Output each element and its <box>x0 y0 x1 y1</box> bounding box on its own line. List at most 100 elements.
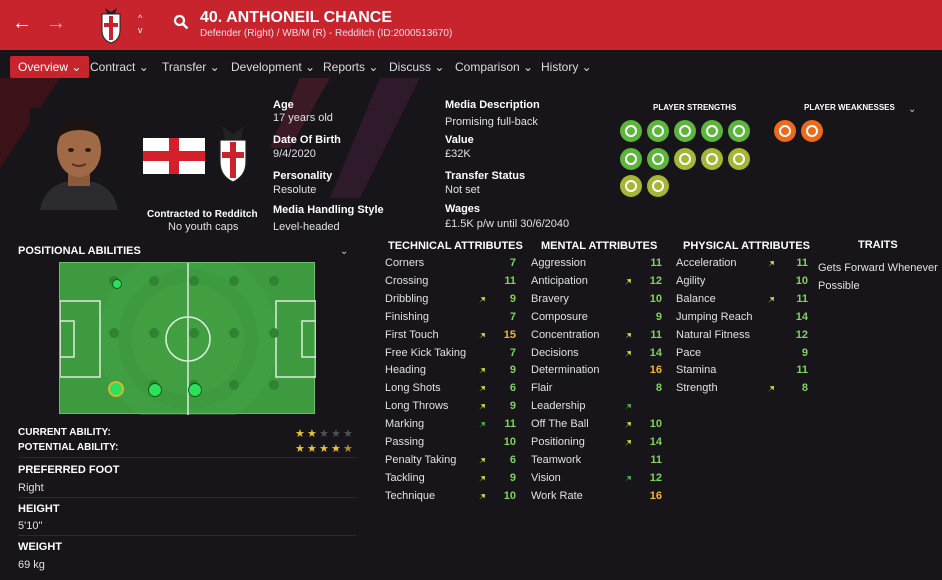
value-label: Value <box>445 134 474 146</box>
position-marker[interactable] <box>149 328 159 338</box>
tab-transfer[interactable]: Transfer ⌄ <box>154 56 228 78</box>
attribute-name: Teamwork <box>531 453 582 466</box>
star-icon: ★ <box>343 428 353 440</box>
physical-attribute-row[interactable]: Stamina 11 <box>676 364 810 381</box>
technical-attribute-row[interactable]: Long Shots 6 <box>385 382 518 399</box>
tab-discuss[interactable]: Discuss ⌄ <box>381 56 452 78</box>
technical-attribute-row[interactable]: Finishing 7 <box>385 311 518 328</box>
report-icon[interactable] <box>620 175 642 197</box>
pitch-diagram[interactable] <box>59 262 316 415</box>
mental-attribute-row[interactable]: Composure 9 <box>531 311 664 328</box>
mind-icon[interactable] <box>674 120 696 142</box>
physical-attribute-row[interactable]: Pace 9 <box>676 347 810 364</box>
mental-attribute-row[interactable]: Decisions 14 <box>531 347 664 364</box>
tab-overview[interactable]: Overview ⌄ <box>10 56 90 78</box>
position-marker[interactable] <box>269 380 279 390</box>
position-marker[interactable] <box>149 276 159 286</box>
technical-attribute-row[interactable]: Technique 10 <box>385 490 518 507</box>
position-marker[interactable] <box>269 328 279 338</box>
height-value: 5'10" <box>18 520 43 532</box>
running-icon[interactable] <box>647 120 669 142</box>
progress-arrow-icon <box>479 386 485 393</box>
technical-attribute-row[interactable]: Passing 10 <box>385 436 518 453</box>
mental-attribute-row[interactable]: Bravery 10 <box>531 293 664 310</box>
mental-attributes-title: MENTAL ATTRIBUTES <box>541 240 658 252</box>
mental-attribute-row[interactable]: Determination 16 <box>531 364 664 381</box>
position-marker[interactable] <box>229 380 239 390</box>
report-icon[interactable] <box>647 175 669 197</box>
mental-attribute-row[interactable]: Vision 12 <box>531 472 664 489</box>
position-marker-active[interactable] <box>112 279 122 289</box>
physical-attribute-row[interactable]: Strength 8 <box>676 382 810 399</box>
attribute-name: Off The Ball <box>531 418 589 431</box>
star-icon[interactable] <box>774 120 796 142</box>
position-marker-active[interactable] <box>148 383 162 397</box>
attribute-value: 14 <box>649 436 662 448</box>
tab-comparison[interactable]: Comparison ⌄ <box>447 56 541 78</box>
dumbbell-icon[interactable] <box>801 120 823 142</box>
physical-attribute-row[interactable]: Natural Fitness 12 <box>676 329 810 346</box>
forward-arrow-icon[interactable]: → <box>46 12 66 35</box>
club-crest-icon[interactable] <box>98 6 124 44</box>
position-marker[interactable] <box>229 276 239 286</box>
back-arrow-icon[interactable]: ← <box>12 12 32 35</box>
attribute-name: Balance <box>676 292 716 305</box>
mental-attribute-row[interactable]: Off The Ball 10 <box>531 418 664 435</box>
tab-contract[interactable]: Contract ⌄ <box>82 56 157 78</box>
tab-history[interactable]: History ⌄ <box>533 56 600 78</box>
handshake-icon[interactable] <box>701 148 723 170</box>
technical-attribute-row[interactable]: Crossing 11 <box>385 275 518 292</box>
mental-attribute-row[interactable]: Concentration 11 <box>531 329 664 346</box>
attribute-value: 6 <box>509 382 516 395</box>
technical-attribute-row[interactable]: Long Throws 9 <box>385 400 518 417</box>
position-marker-active[interactable] <box>108 381 124 397</box>
target-icon[interactable] <box>701 120 723 142</box>
pitch-icon[interactable] <box>728 148 750 170</box>
technical-attribute-row[interactable]: Corners 7 <box>385 257 518 274</box>
technical-attribute-row[interactable]: Marking 11 <box>385 418 518 435</box>
mental-attribute-row[interactable]: Work Rate 16 <box>531 490 664 507</box>
age-label: Age <box>273 99 294 111</box>
position-marker[interactable] <box>189 328 199 338</box>
physical-attribute-row[interactable]: Balance 11 <box>676 293 810 310</box>
mental-attribute-row[interactable]: Anticipation 12 <box>531 275 664 292</box>
mental-attribute-row[interactable]: Teamwork 11 <box>531 454 664 471</box>
pulse-icon[interactable] <box>728 120 750 142</box>
club-crest-icon[interactable] <box>214 122 252 184</box>
physical-attribute-row[interactable]: Agility 10 <box>676 275 810 292</box>
technical-attribute-row[interactable]: Free Kick Taking 7 <box>385 347 518 364</box>
technical-attribute-row[interactable]: First Touch 15 <box>385 329 518 346</box>
chevron-down-icon[interactable]: ⌄ <box>908 104 916 115</box>
position-marker-active[interactable] <box>188 383 202 397</box>
physical-attribute-row[interactable]: Acceleration 11 <box>676 257 810 274</box>
flask-icon[interactable] <box>620 148 642 170</box>
england-flag-icon[interactable] <box>143 138 205 174</box>
personality-value: Resolute <box>273 184 317 196</box>
technical-attribute-row[interactable]: Penalty Taking 6 <box>385 454 518 471</box>
trait-item[interactable]: Gets Forward Whenever Possible <box>818 259 940 295</box>
position-marker[interactable] <box>229 328 239 338</box>
mental-attribute-row[interactable]: Aggression 11 <box>531 257 664 274</box>
attribute-name: Tackling <box>385 471 425 484</box>
chevron-down-icon[interactable]: ⌄ <box>340 246 348 257</box>
youth-caps-value: No youth caps <box>168 221 239 233</box>
prev-next-player-chevrons[interactable]: ^ v <box>138 12 143 36</box>
position-marker[interactable] <box>189 276 199 286</box>
position-marker[interactable] <box>269 276 279 286</box>
mental-attribute-row[interactable]: Flair 8 <box>531 382 664 399</box>
mental-attribute-row[interactable]: Leadership <box>531 400 664 417</box>
tab-reports[interactable]: Reports ⌄ <box>315 56 386 78</box>
ball-control-icon[interactable] <box>620 120 642 142</box>
attribute-name: Decisions <box>531 346 579 359</box>
physical-attribute-row[interactable]: Jumping Reach 14 <box>676 311 810 328</box>
tab-development[interactable]: Development ⌄ <box>223 56 323 78</box>
bandage-icon[interactable] <box>674 148 696 170</box>
attribute-value: 14 <box>795 310 808 323</box>
technical-attribute-row[interactable]: Dribbling 9 <box>385 293 518 310</box>
technical-attribute-row[interactable]: Heading 9 <box>385 364 518 381</box>
technical-attribute-row[interactable]: Tackling 9 <box>385 472 518 489</box>
search-icon[interactable] <box>173 14 189 30</box>
position-marker[interactable] <box>109 328 119 338</box>
trend-icon[interactable] <box>647 148 669 170</box>
mental-attribute-row[interactable]: Positioning 14 <box>531 436 664 453</box>
